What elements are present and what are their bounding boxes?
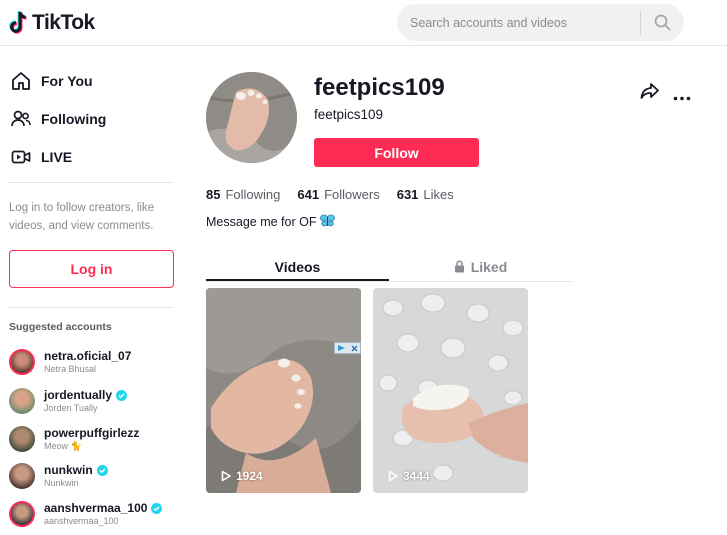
followers-count: 641 [297,187,320,202]
search-button[interactable] [641,4,683,41]
account-handle: jordentually [44,388,128,402]
nav-label: For You [41,73,93,89]
verified-badge-icon [116,389,128,401]
suggested-account[interactable]: jordentually Jorden Tually [9,388,128,414]
bio-text: Message me for OF [206,215,317,229]
account-handle: netra.oficial_07 [44,349,131,363]
sidebar: For You Following LIVE Log in to follow … [0,47,190,535]
account-nickname: Meow 🐈 [44,441,82,451]
tab-label: Videos [274,258,321,275]
play-icon [221,470,231,482]
search-input[interactable]: Search accounts and videos [397,16,640,30]
following-stat: 85 Following [206,187,280,202]
tab-label: Liked [470,258,508,275]
avatar [9,388,35,414]
video-views: 1924 [220,469,263,483]
profile-tabs: Videos Liked [206,252,572,282]
account-handle: powerpuffgirlezz [44,426,139,440]
top-bar: TikTok Search accounts and videos [0,0,727,46]
lock-icon [454,260,464,273]
suggested-account[interactable]: aanshvermaa_100 aanshvermaa_100 [9,501,163,527]
suggested-account[interactable]: nunkwin Nunkwin [9,463,108,489]
tab-liked[interactable]: Liked [389,252,572,281]
suggested-accounts-title: Suggested accounts [9,321,112,333]
login-hint: Log in to follow creators, like videos, … [9,202,155,232]
suggested-account[interactable]: powerpuffgirlezz Meow 🐈 [9,426,139,452]
account-handle: aanshvermaa_100 [44,501,163,515]
profile-bio: Message me for OF [206,214,336,230]
divider [8,307,174,308]
likes-stat: 631 Likes [397,187,454,202]
search-bar[interactable]: Search accounts and videos [397,4,684,41]
butterfly-emoji-icon [320,214,336,230]
avatar [9,426,35,452]
ad-choices-icon[interactable] [334,342,361,354]
handle-text: jordentually [44,388,113,402]
handle-text: powerpuffgirlezz [44,426,140,440]
profile-subtitle: feetpics109 [314,107,384,122]
account-nickname: aanshvermaa_100 [44,516,119,526]
follow-button[interactable]: Follow [314,138,479,167]
profile-stats: 85 Following 641 Followers 631 Likes [206,187,454,202]
verified-badge-icon [151,502,163,514]
account-handle: nunkwin [44,463,108,477]
avatar [9,501,35,527]
nav-live[interactable]: LIVE [10,146,72,168]
search-icon [654,14,670,31]
tab-videos[interactable]: Videos [206,252,389,281]
more-icon [673,96,691,101]
avatar [9,349,35,375]
video-views: 3444 [387,469,430,483]
following-count: 85 [206,187,221,202]
likes-count: 631 [396,187,419,202]
login-button[interactable]: Log in [9,250,174,288]
logo-text: TikTok [32,11,95,34]
handle-text: aanshvermaa_100 [44,501,148,515]
profile-avatar [206,72,297,163]
views-count: 1924 [236,469,263,483]
active-tab-indicator [206,279,389,281]
more-options-button[interactable] [673,88,691,106]
account-nickname: Netra Bhusal [44,364,97,374]
video-thumbnail-image [373,288,528,493]
video-thumbnail[interactable]: 1924 [206,288,361,493]
play-icon [388,470,398,482]
video-thumbnail[interactable]: 3444 [373,288,528,493]
following-label: Following [225,187,281,202]
nav-label: LIVE [41,149,73,165]
followers-label: Followers [324,187,380,202]
divider [8,182,174,183]
nav-for-you[interactable]: For You [10,70,93,92]
tiktok-logo[interactable]: TikTok [8,10,95,36]
tiktok-note-icon [8,10,30,36]
profile-title: feetpics109 [314,74,445,101]
views-count: 3444 [403,469,430,483]
handle-text: netra.oficial_07 [44,349,132,363]
share-button[interactable] [640,82,660,105]
live-video-icon [10,146,32,168]
verified-badge-icon [96,464,108,476]
followers-stat: 641 Followers [297,187,379,202]
account-nickname: Jorden Tually [44,403,98,413]
video-thumbnail-image [206,288,361,493]
likes-label: Likes [423,187,454,202]
avatar [9,463,35,489]
share-icon [640,83,659,99]
handle-text: nunkwin [44,463,93,477]
account-nickname: Nunkwin [44,478,79,488]
suggested-account[interactable]: netra.oficial_07 Netra Bhusal [9,349,131,375]
users-icon [10,108,32,130]
home-icon [10,70,32,92]
nav-label: Following [41,111,107,127]
nav-following[interactable]: Following [10,108,106,130]
